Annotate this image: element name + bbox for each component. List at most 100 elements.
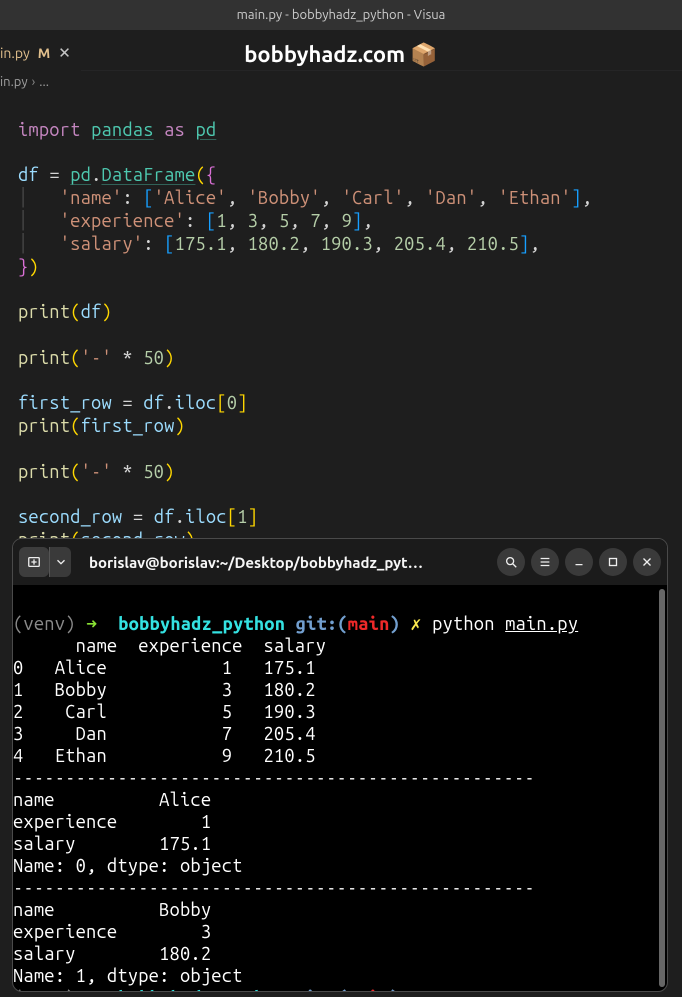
editor-tabs: in.py M ✕ bbox=[0, 30, 81, 74]
breadcrumb-more[interactable]: ... bbox=[39, 75, 49, 89]
var: df bbox=[18, 165, 39, 185]
tab-main-py[interactable]: in.py M ✕ bbox=[0, 30, 81, 74]
colon: : bbox=[122, 188, 132, 208]
key: 'salary' bbox=[60, 234, 144, 254]
output-row: Name: 0, dtype: object bbox=[13, 856, 243, 876]
breadcrumb-file[interactable]: in.py bbox=[0, 75, 28, 89]
obj: pd bbox=[70, 165, 91, 185]
code-editor[interactable]: import pandas as pd df = pd.DataFrame({ … bbox=[0, 92, 682, 552]
key: 'name' bbox=[60, 188, 123, 208]
attr: iloc bbox=[175, 393, 217, 413]
func: print bbox=[18, 348, 70, 368]
paren: ( bbox=[195, 165, 205, 185]
num: 5 bbox=[279, 211, 289, 231]
str: '-' bbox=[81, 462, 112, 482]
num: 9 bbox=[342, 211, 352, 231]
minimize-icon bbox=[572, 555, 586, 569]
paren: ) bbox=[102, 302, 112, 322]
cwd: bobbyhadz_python bbox=[118, 988, 285, 992]
paren: ) bbox=[28, 257, 38, 277]
paren: ( bbox=[70, 416, 80, 436]
scrollbar[interactable] bbox=[659, 589, 665, 987]
maximize-icon bbox=[606, 555, 620, 569]
output-row: name Alice bbox=[13, 790, 211, 810]
output-row: experience 3 bbox=[13, 922, 211, 942]
output-row: 3 Dan 7 205.4 bbox=[13, 724, 316, 744]
git-close: ) bbox=[390, 988, 400, 992]
op: = bbox=[122, 393, 132, 413]
str: 'Dan' bbox=[425, 188, 477, 208]
key: 'experience' bbox=[60, 211, 185, 231]
attr: iloc bbox=[185, 507, 227, 527]
terminal-window: borislav@borislav:~/Desktop/bobbyhadz_py… bbox=[12, 538, 668, 992]
git-prefix: git:( bbox=[296, 988, 348, 992]
output-row: experience 1 bbox=[13, 812, 211, 832]
output-row: salary 180.2 bbox=[13, 944, 211, 964]
alias: pd bbox=[195, 120, 216, 140]
window-title: main.py - bobbyhadz_python - Visua bbox=[0, 0, 682, 30]
git-prefix: git:( bbox=[296, 614, 348, 634]
num: 1 bbox=[216, 211, 226, 231]
bracket: [ bbox=[206, 211, 216, 231]
paren: ( bbox=[70, 302, 80, 322]
func: print bbox=[18, 462, 70, 482]
bracket: ] bbox=[248, 507, 258, 527]
module: pandas bbox=[91, 120, 154, 140]
var: df bbox=[154, 507, 175, 527]
output-row: 1 Bobby 3 180.2 bbox=[13, 680, 316, 700]
close-button[interactable] bbox=[633, 548, 661, 576]
num: 7 bbox=[310, 211, 320, 231]
terminal-body[interactable]: (venv) ➜ bobbyhadz_python git:(main) ✗ p… bbox=[13, 585, 667, 992]
search-button[interactable] bbox=[497, 548, 525, 576]
op: = bbox=[49, 165, 59, 185]
var: second_row bbox=[18, 507, 122, 527]
output-sep: ----------------------------------------… bbox=[13, 878, 535, 898]
close-icon[interactable]: ✕ bbox=[58, 44, 71, 62]
str: 'Carl' bbox=[342, 188, 405, 208]
comma: , bbox=[362, 211, 372, 231]
url-text: bobbyhadz.com 📦 bbox=[244, 42, 438, 67]
bracket: [ bbox=[143, 188, 153, 208]
output-row: 0 Alice 1 175.1 bbox=[13, 658, 316, 678]
scrollbar-thumb[interactable] bbox=[659, 589, 665, 987]
page-title: bobbyhadz.com 📦 bbox=[0, 30, 682, 70]
output-row: salary 175.1 bbox=[13, 834, 211, 854]
git-branch: main bbox=[348, 988, 390, 992]
paren: ) bbox=[175, 416, 185, 436]
str: 'Ethan' bbox=[498, 188, 571, 208]
var: first_row bbox=[18, 393, 112, 413]
breadcrumb[interactable]: in.py›... bbox=[0, 70, 682, 92]
comma: , bbox=[529, 234, 539, 254]
bracket: [ bbox=[227, 507, 237, 527]
str: 'Bobby' bbox=[248, 188, 321, 208]
output-row: Name: 1, dtype: object bbox=[13, 966, 243, 986]
output-row: 2 Carl 5 190.3 bbox=[13, 702, 316, 722]
num: 1 bbox=[237, 507, 247, 527]
cmd-arg: main.py bbox=[505, 614, 578, 634]
comma: , bbox=[582, 188, 592, 208]
terminal-title: borislav@borislav:~/Desktop/bobbyhadz_py… bbox=[77, 554, 491, 571]
paren: ) bbox=[164, 462, 174, 482]
new-tab-button[interactable] bbox=[19, 547, 49, 577]
maximize-button[interactable] bbox=[599, 548, 627, 576]
class: DataFrame bbox=[102, 165, 196, 185]
func: print bbox=[18, 416, 70, 436]
new-tab-dropdown[interactable] bbox=[49, 547, 71, 577]
keyword: import bbox=[18, 120, 81, 140]
brace: { bbox=[206, 165, 216, 185]
minimize-button[interactable] bbox=[565, 548, 593, 576]
dot: . bbox=[91, 165, 101, 185]
op: * bbox=[122, 348, 132, 368]
num: 50 bbox=[143, 462, 164, 482]
str: 'Alice' bbox=[154, 188, 227, 208]
func: print bbox=[18, 302, 70, 322]
bracket: ] bbox=[237, 393, 247, 413]
bracket: ] bbox=[519, 234, 529, 254]
tab-modified-indicator: M bbox=[38, 45, 50, 61]
git-close: ) bbox=[390, 614, 400, 634]
close-icon bbox=[640, 555, 654, 569]
venv: (venv) bbox=[13, 988, 76, 992]
menu-button[interactable] bbox=[531, 548, 559, 576]
search-icon bbox=[504, 555, 518, 569]
paren: ( bbox=[70, 348, 80, 368]
